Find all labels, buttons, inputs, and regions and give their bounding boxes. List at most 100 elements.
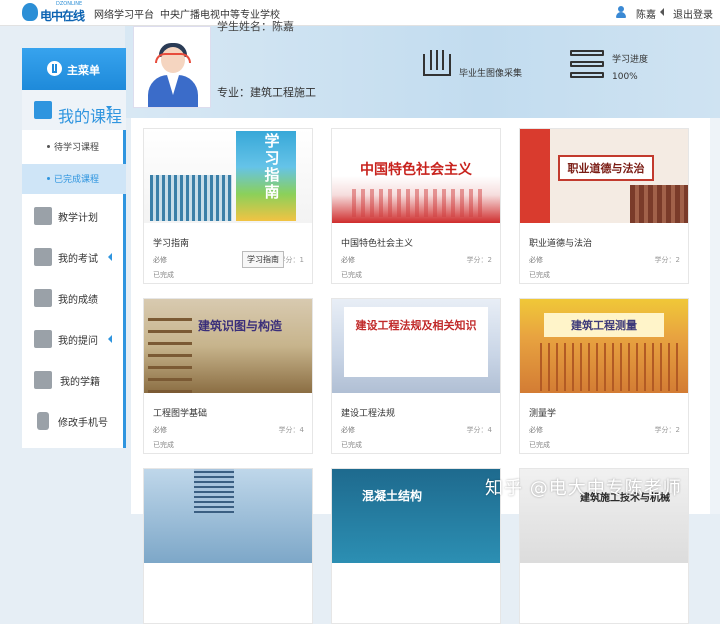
sidebar-sub-label: 待学习课程	[54, 143, 100, 153]
calendar-icon	[34, 207, 52, 225]
sidebar-item-student-record[interactable]: 我的学籍	[22, 364, 126, 396]
title-tooltip: 学习指南	[242, 251, 284, 268]
course-credit: 学分：4	[278, 426, 304, 434]
photo-collection-icon[interactable]	[421, 50, 453, 80]
course-credit: 学分：4	[466, 426, 492, 434]
cover-text: 学习指南	[264, 132, 280, 201]
course-grid: 学习指南 学习指南 必修 学分：1 已完成 中国特色社会主义 中国特色社会主义 …	[131, 118, 720, 624]
course-credit: 学分：2	[654, 426, 680, 434]
progress-icon	[570, 50, 604, 80]
user-name[interactable]: 陈嘉	[636, 6, 656, 21]
course-type: 必修	[153, 426, 167, 434]
sidebar-item-label: 我的课程	[58, 107, 123, 126]
sidebar-item-label: 我的成绩	[58, 295, 98, 306]
cover-text: 建设工程法规及相关知识	[355, 319, 477, 332]
chevron-left-icon	[108, 253, 112, 261]
sidebar-item-my-courses[interactable]: 我的课程	[22, 90, 126, 130]
course-type: 必修	[341, 426, 355, 434]
sidebar-sub-pending[interactable]: 待学习课程	[22, 132, 126, 162]
logout-link[interactable]: 退出登录	[673, 6, 713, 21]
course-card[interactable]: 学习指南 学习指南 必修 学分：1 已完成	[143, 128, 313, 284]
progress-label: 学习进度	[612, 55, 649, 65]
course-type: 必修	[341, 256, 355, 264]
main-menu-label: 主菜单	[67, 64, 100, 77]
course-title[interactable]: 建设工程法规	[341, 406, 395, 419]
graduation-photo-link[interactable]: 毕业生图像采集	[459, 66, 522, 79]
student-major: 专业：建筑工程施工	[217, 86, 316, 99]
platform-name: 网络学习平台	[94, 10, 154, 21]
user-menu-caret-icon[interactable]	[660, 8, 664, 16]
grades-icon	[34, 289, 52, 307]
course-type: 必修	[529, 426, 543, 434]
dzonline-logo[interactable]: DZONLINE 电中在线	[22, 1, 86, 24]
user-icon	[615, 6, 626, 18]
course-title[interactable]: 测量学	[529, 406, 556, 419]
logo-mark-icon	[22, 3, 38, 21]
sidebar: 主菜单 我的课程 待学习课程 已完成课程 教学计划 我的考试 我的成绩 我的提问…	[22, 48, 126, 448]
student-name-partial: 学生姓名：陈嘉	[217, 20, 294, 33]
course-type: 必修	[153, 256, 167, 264]
course-cover[interactable]: 混凝土结构	[332, 469, 500, 563]
chevron-left-icon	[108, 335, 112, 343]
course-card[interactable]: 建筑识图与构造 工程图学基础 必修 学分：4 已完成	[143, 298, 313, 454]
course-card[interactable]: 中国特色社会主义 中国特色社会主义 必修 学分：2 已完成	[331, 128, 501, 284]
course-cover[interactable]: 学习指南	[144, 129, 312, 223]
course-cover[interactable]: 建设工程法规及相关知识	[332, 299, 500, 393]
course-cover[interactable]: 建筑工程测量	[520, 299, 688, 393]
course-type: 必修	[529, 256, 543, 264]
sidebar-item-change-phone[interactable]: 修改手机号	[22, 405, 126, 437]
exam-icon	[34, 248, 52, 266]
course-title[interactable]: 中国特色社会主义	[341, 236, 413, 249]
course-status: 已完成	[529, 271, 550, 279]
sidebar-item-my-exams[interactable]: 我的考试	[22, 241, 126, 273]
course-status: 已完成	[529, 441, 550, 449]
right-gutter	[710, 118, 720, 514]
course-card[interactable]: 建筑工程测量 测量学 必修 学分：2 已完成	[519, 298, 689, 454]
course-cover[interactable]: 建筑识图与构造	[144, 299, 312, 393]
cover-text: 建筑工程测量	[571, 319, 637, 332]
course-card[interactable]: 建设工程法规及相关知识 建设工程法规 必修 学分：4 已完成	[331, 298, 501, 454]
student-record-icon	[34, 371, 52, 389]
question-icon	[34, 330, 52, 348]
student-avatar	[133, 26, 211, 108]
sidebar-item-label: 修改手机号	[58, 418, 108, 429]
menu-logo-icon	[47, 61, 62, 76]
course-icon	[34, 101, 52, 119]
sidebar-item-label: 教学计划	[58, 213, 98, 224]
sidebar-item-my-grades[interactable]: 我的成绩	[22, 282, 126, 314]
profile-panel: 学生姓名：陈嘉 专业：建筑工程施工 毕业生图像采集 学习进度 100%	[125, 20, 720, 118]
top-bar: DZONLINE 电中在线 网络学习平台 中央广播电视中等专业学校 陈嘉 退出登…	[0, 0, 720, 26]
sidebar-item-label: 我的考试	[58, 254, 98, 265]
progress-value: 100%	[612, 72, 638, 82]
sidebar-sub-completed[interactable]: 已完成课程	[22, 164, 126, 194]
cover-text: 职业道德与法治	[567, 162, 645, 175]
sidebar-item-my-questions[interactable]: 我的提问	[22, 323, 126, 355]
course-title[interactable]: 职业道德与法治	[529, 236, 592, 249]
watermark: 知乎 @电大中专陈老师	[485, 478, 682, 499]
course-cover[interactable]	[144, 469, 312, 563]
phone-icon	[37, 412, 49, 430]
course-cover[interactable]: 职业道德与法治	[520, 129, 688, 223]
course-status: 已完成	[153, 271, 174, 279]
course-status: 已完成	[153, 441, 174, 449]
course-title[interactable]: 工程图学基础	[153, 406, 207, 419]
course-credit: 学分：2	[466, 256, 492, 264]
sidebar-sub-label: 已完成课程	[54, 175, 100, 185]
cover-text: 建筑识图与构造	[198, 319, 283, 333]
sidebar-item-label: 我的学籍	[60, 377, 100, 388]
cover-text: 混凝土结构	[362, 489, 423, 503]
course-card[interactable]: 职业道德与法治 职业道德与法治 必修 学分：2 已完成	[519, 128, 689, 284]
sidebar-item-teaching-plan[interactable]: 教学计划	[22, 200, 126, 232]
course-status: 已完成	[341, 441, 362, 449]
logo-chinese: 电中在线	[40, 9, 85, 23]
sidebar-item-label: 我的提问	[58, 336, 98, 347]
course-status: 已完成	[341, 271, 362, 279]
course-cover[interactable]: 中国特色社会主义	[332, 129, 500, 223]
cover-text: 中国特色社会主义	[360, 162, 472, 178]
course-credit: 学分：2	[654, 256, 680, 264]
chevron-down-icon	[106, 106, 112, 110]
course-card[interactable]	[143, 468, 313, 624]
main-menu-header: 主菜单	[22, 48, 126, 90]
course-title[interactable]: 学习指南	[153, 236, 189, 249]
course-card[interactable]: 混凝土结构	[331, 468, 501, 624]
